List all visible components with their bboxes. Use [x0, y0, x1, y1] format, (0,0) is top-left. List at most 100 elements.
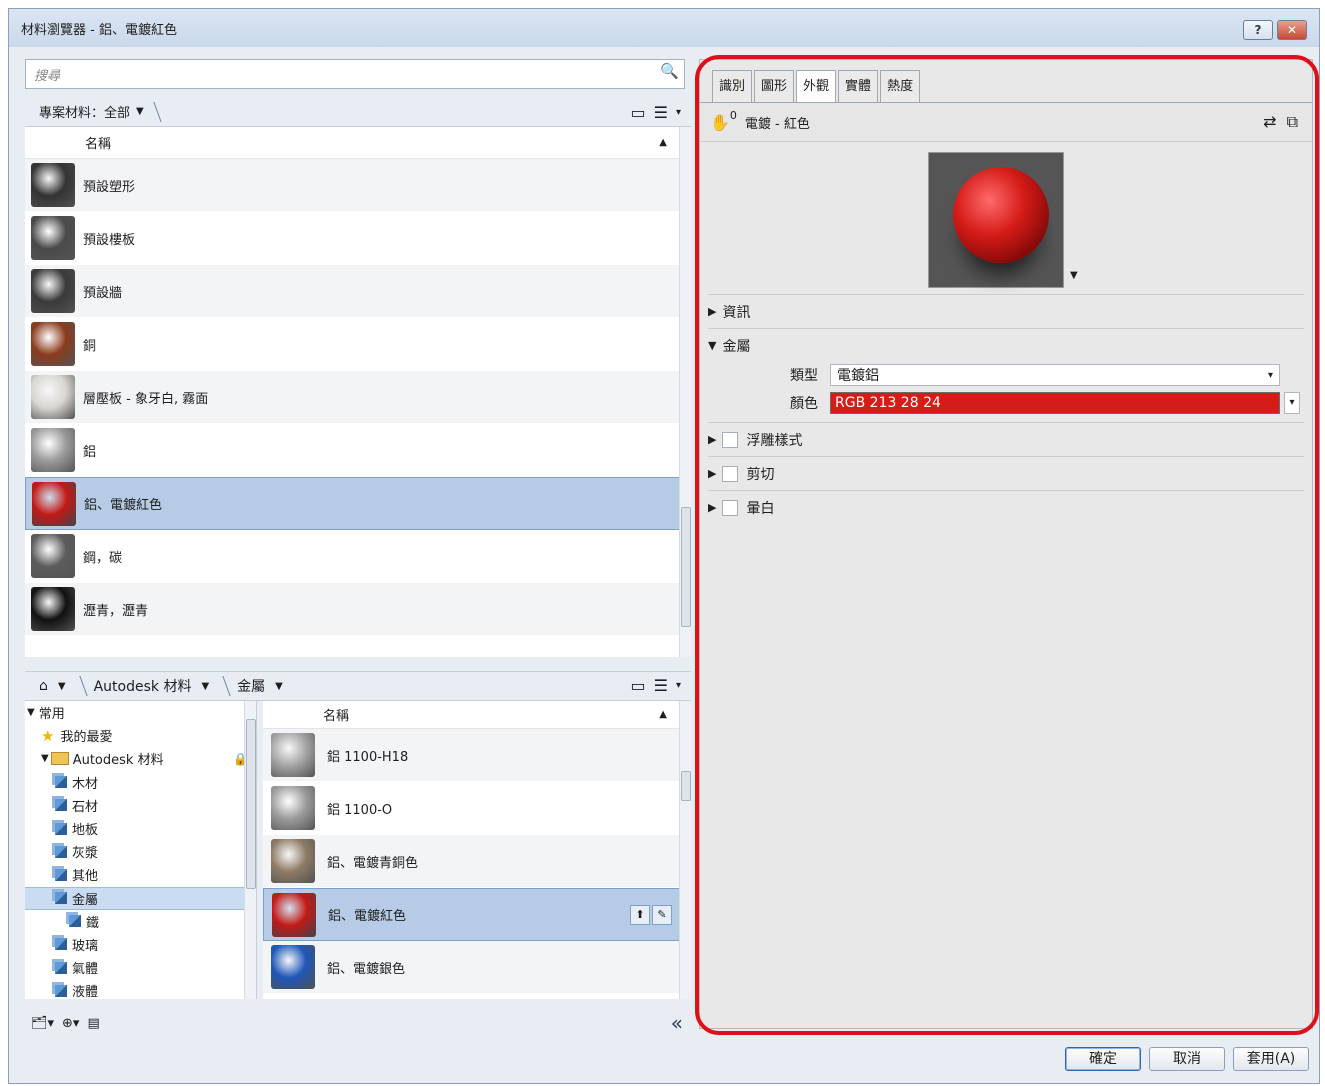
- apply-button[interactable]: 套用(A): [1233, 1047, 1309, 1071]
- project-view-controls: ▭ ☰ ▾: [631, 103, 682, 122]
- table-header: 名稱 ▲: [25, 127, 691, 159]
- tree-item[interactable]: 液體: [25, 979, 256, 999]
- table-row[interactable]: 預設塑形: [25, 159, 691, 212]
- help-button[interactable]: ?: [1243, 20, 1273, 40]
- section-info-label: 資訊: [722, 304, 751, 321]
- tree-item[interactable]: ▼ Autodesk 材料 🔒: [25, 747, 256, 770]
- tree-item[interactable]: 鐵: [25, 910, 256, 933]
- section-info[interactable]: ▶ 資訊: [708, 294, 1304, 328]
- library-name[interactable]: Autodesk 材料: [94, 676, 192, 696]
- scroll-thumb[interactable]: [246, 719, 256, 889]
- expand-icon[interactable]: ▶: [708, 467, 716, 480]
- add-to-document-icon[interactable]: ⬆: [630, 904, 650, 925]
- list-item[interactable]: 鋁、電鍍青銅色: [263, 835, 691, 888]
- list-item[interactable]: 鋁 1100-H18: [263, 729, 691, 782]
- duplicate-asset-icon[interactable]: ⧉: [1287, 112, 1298, 132]
- tab[interactable]: 圖形: [754, 70, 795, 102]
- tab[interactable]: 熱度: [880, 70, 921, 102]
- home-icon[interactable]: ⌂: [39, 678, 48, 694]
- type-property-row: 類型 電鍍鋁 ▾: [790, 364, 1280, 386]
- column-name-header[interactable]: 名稱: [323, 705, 349, 724]
- type-select[interactable]: 電鍍鋁 ▾: [830, 364, 1280, 386]
- tab[interactable]: 識別: [712, 70, 753, 102]
- editor-toggle-icon[interactable]: ▤: [87, 1016, 99, 1031]
- tree-item[interactable]: ★ 我的最愛: [25, 724, 256, 747]
- create-material-icon[interactable]: ⊕▾: [62, 1016, 79, 1031]
- list-item[interactable]: 鋁、電鍍銀色: [263, 941, 691, 994]
- preview-options-dropdown-icon[interactable]: ▼: [1070, 270, 1078, 281]
- ok-button[interactable]: 確定: [1065, 1047, 1141, 1071]
- scroll-thumb[interactable]: [681, 771, 691, 801]
- table-row[interactable]: 銅: [25, 318, 691, 371]
- panel-toggle-icon[interactable]: ▭: [631, 103, 646, 122]
- collapse-icon[interactable]: «: [671, 1011, 683, 1035]
- list-view-icon[interactable]: ☰: [654, 676, 668, 695]
- tree-item-label: 我的最愛: [60, 730, 113, 746]
- panel-toggle-icon[interactable]: ▭: [631, 676, 646, 695]
- bleach-checkbox[interactable]: [722, 499, 739, 516]
- tree-scrollbar[interactable]: [244, 701, 256, 999]
- library-manage-icon[interactable]: 🗂▾: [31, 1016, 54, 1031]
- color-swatch-field[interactable]: RGB 213 28 24: [830, 392, 1280, 414]
- table-row[interactable]: 預設牆: [25, 265, 691, 318]
- close-button[interactable]: ✕: [1277, 20, 1307, 40]
- library-category[interactable]: 金屬: [237, 676, 265, 696]
- cutout-checkbox[interactable]: [722, 465, 739, 482]
- tree-item[interactable]: 玻璃: [25, 933, 256, 956]
- asset-header: ✋ 0 電鍍 - 紅色 ⇄ ⧉: [700, 102, 1312, 142]
- tree-item[interactable]: 石材: [25, 794, 256, 817]
- view-options-dropdown-icon[interactable]: ▾: [676, 680, 681, 691]
- tree-item[interactable]: 灰漿: [25, 840, 256, 863]
- table-header: 名稱 ▲: [263, 701, 691, 729]
- collapse-icon[interactable]: ▼: [708, 339, 716, 352]
- collapse-icon[interactable]: ▼: [41, 753, 49, 764]
- view-options-dropdown-icon[interactable]: ▾: [676, 107, 681, 118]
- expand-icon[interactable]: ▶: [708, 433, 716, 446]
- table-row[interactable]: 預設樓板: [25, 212, 691, 265]
- material-name: 預設牆: [83, 285, 123, 301]
- material-name: 銅: [83, 338, 97, 354]
- section-metal[interactable]: ▼ 金屬: [708, 328, 1304, 362]
- list-item[interactable]: 鋁、電鍍紅色 ⬆ ✎: [263, 888, 691, 941]
- tree-item[interactable]: ▼ 常用: [25, 701, 256, 724]
- library-scrollbar[interactable]: [679, 701, 691, 999]
- tree-item[interactable]: 氣體: [25, 956, 256, 979]
- sort-ascending-icon[interactable]: ▲: [659, 709, 667, 720]
- color-options-dropdown[interactable]: ▾: [1284, 392, 1300, 414]
- tree-item[interactable]: 其他: [25, 863, 256, 886]
- list-item[interactable]: 鋁 1100-O: [263, 782, 691, 835]
- chevron-down-icon[interactable]: ▼: [201, 681, 209, 692]
- table-row[interactable]: 鋼，碳: [25, 530, 691, 583]
- chevron-down-icon[interactable]: ▾: [1268, 370, 1273, 381]
- section-cutout[interactable]: ▶ 剪切: [708, 456, 1304, 490]
- section-bleach[interactable]: ▶ 暈白: [708, 490, 1304, 524]
- chevron-down-icon[interactable]: ▼: [275, 681, 283, 692]
- color-property-row: 顏色 RGB 213 28 24 ▾: [790, 392, 1300, 414]
- sort-ascending-icon[interactable]: ▲: [659, 137, 667, 148]
- tab[interactable]: 外觀: [796, 70, 837, 102]
- expand-icon[interactable]: ▶: [708, 501, 716, 514]
- table-row[interactable]: 鋁: [25, 424, 691, 477]
- chevron-down-icon[interactable]: ▼: [58, 681, 66, 692]
- relief-pattern-checkbox[interactable]: [722, 431, 739, 448]
- section-relief-pattern[interactable]: ▶ 浮雕樣式: [708, 422, 1304, 456]
- chevron-down-icon[interactable]: ▼: [136, 106, 144, 117]
- search-input[interactable]: 搜尋: [25, 59, 685, 89]
- tree-item[interactable]: 金屬: [25, 886, 256, 910]
- table-row[interactable]: 層壓板 - 象牙白, 霧面: [25, 371, 691, 424]
- expand-icon[interactable]: ▶: [708, 305, 716, 318]
- edit-material-icon[interactable]: ✎: [652, 904, 672, 925]
- column-name-header[interactable]: 名稱: [85, 133, 111, 152]
- replace-asset-icon[interactable]: ⇄: [1263, 112, 1276, 132]
- project-scrollbar[interactable]: [679, 127, 691, 657]
- table-row[interactable]: 鋁、電鍍紅色: [25, 477, 691, 530]
- cancel-button[interactable]: 取消: [1149, 1047, 1225, 1071]
- table-row[interactable]: 瀝青，瀝青: [25, 583, 691, 636]
- project-materials-filter[interactable]: 專案材料：全部 ▼: [39, 101, 162, 122]
- tab[interactable]: 實體: [838, 70, 879, 102]
- scroll-thumb[interactable]: [681, 507, 691, 627]
- list-view-icon[interactable]: ☰: [654, 103, 668, 122]
- tree-item[interactable]: 地板: [25, 817, 256, 840]
- collapse-icon[interactable]: ▼: [27, 707, 35, 718]
- tree-item[interactable]: 木材: [25, 771, 256, 794]
